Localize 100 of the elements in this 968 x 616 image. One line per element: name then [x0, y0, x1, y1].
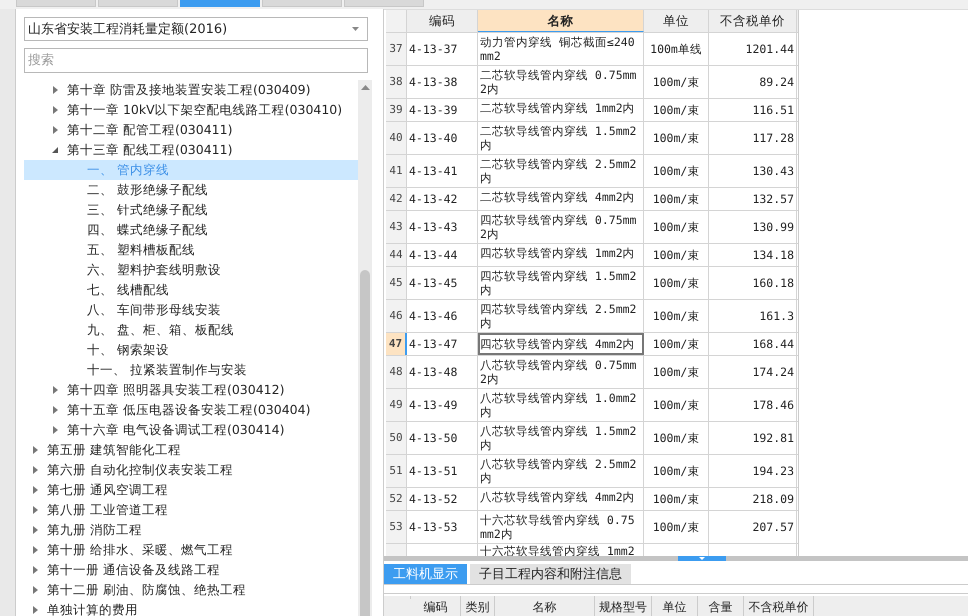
tree-item[interactable]: 第十六章 电气设备调试工程(030414)	[24, 420, 358, 440]
row-number[interactable]: 38	[386, 66, 407, 98]
row-number[interactable]: 50	[386, 422, 407, 454]
row-number[interactable]: 43	[386, 211, 407, 243]
row-number[interactable]: 46	[386, 300, 407, 332]
tree-item[interactable]: 第十二册 刷油、防腐蚀、绝热工程	[24, 580, 358, 600]
scrollbar[interactable]	[358, 80, 372, 616]
collapsed-arrow-icon[interactable]	[52, 386, 59, 394]
collapsed-arrow-icon[interactable]	[52, 86, 59, 94]
caret-icon	[352, 27, 359, 31]
tree-item[interactable]: 第十章 防雷及接地装置安装工程(030409)	[24, 80, 358, 100]
collapsed-arrow-icon[interactable]	[32, 526, 39, 534]
tree-item[interactable]: 第十二章 配管工程(030411)	[24, 120, 358, 140]
tree-item[interactable]: 第十一册 通信设备及线路工程	[24, 560, 358, 580]
column-header[interactable]: 含量	[698, 596, 744, 616]
tree-item[interactable]: 第五册 建筑智能化工程	[24, 440, 358, 460]
column-header[interactable]: 名称	[478, 10, 644, 32]
row-number[interactable]: 51	[386, 455, 407, 487]
tree-item[interactable]: 十、 钢索架设	[24, 340, 358, 360]
tab[interactable]: 子目工程内容和附注信息	[470, 564, 631, 584]
tree-item[interactable]: 四、 蝶式绝缘子配线	[24, 220, 358, 240]
table-cell: 218.09	[709, 488, 797, 510]
collapsed-arrow-icon[interactable]	[32, 466, 39, 474]
expanded-arrow-icon[interactable]	[52, 146, 59, 154]
table-cell: 四芯软导线管内穿线 4mm2内	[478, 333, 644, 355]
table-cell: 四芯软导线管内穿线 1.5mm2内	[478, 267, 644, 299]
row-number[interactable]: 45	[386, 267, 407, 299]
row-number[interactable]: 52	[386, 488, 407, 510]
collapsed-arrow-icon[interactable]	[32, 446, 39, 454]
row-number[interactable]: 44	[386, 244, 407, 266]
tree-item[interactable]: 单独计算的费用	[24, 600, 358, 616]
tree-item[interactable]: 第八册 工业管道工程	[24, 500, 358, 520]
row-number[interactable]: 48	[386, 356, 407, 388]
table-cell: 4-13-51	[407, 455, 478, 487]
collapsed-arrow-icon[interactable]	[52, 426, 59, 434]
row-number[interactable]: 49	[386, 389, 407, 421]
table-cell: 100m/束	[644, 211, 709, 243]
scrollbar-thumb[interactable]	[360, 270, 370, 616]
column-header[interactable]: 规格型号	[595, 596, 652, 616]
tree-item[interactable]: 第十册 给排水、采暖、燃气工程	[24, 540, 358, 560]
table-cell: 192.81	[709, 422, 797, 454]
splitter[interactable]	[384, 556, 968, 562]
table-cell: 100m/束	[644, 488, 709, 510]
table-cell: 132.57	[709, 188, 797, 210]
table-cell: 100m/束	[644, 122, 709, 154]
collapsed-arrow-icon[interactable]	[32, 566, 39, 574]
row-number[interactable]: 40	[386, 122, 407, 154]
tree-item[interactable]: 第十三章 配线工程(030411)	[24, 140, 358, 160]
tree-item[interactable]: 第十四章 照明器具安装工程(030412)	[24, 380, 358, 400]
table-cell: 100m/束	[644, 66, 709, 98]
table-cell: 100m/束	[644, 188, 709, 210]
table-cell: 四芯软导线管内穿线 1mm2内	[478, 244, 644, 266]
tree-item[interactable]: 第七册 通风空调工程	[24, 480, 358, 500]
column-header[interactable]: 编码	[411, 596, 461, 616]
collapsed-arrow-icon[interactable]	[52, 106, 59, 114]
tree-item[interactable]: 九、 盘、柜、箱、板配线	[24, 320, 358, 340]
table-cell: 4-13-45	[407, 267, 478, 299]
table-cell: 4-13-42	[407, 188, 478, 210]
column-header[interactable]: 单位	[652, 596, 698, 616]
tree-item[interactable]: 三、 针式绝缘子配线	[24, 200, 358, 220]
table-cell: 100m/束	[644, 244, 709, 266]
tree-item[interactable]: 二、 鼓形绝缘子配线	[24, 180, 358, 200]
collapsed-arrow-icon[interactable]	[52, 126, 59, 134]
collapsed-arrow-icon[interactable]	[32, 506, 39, 514]
column-header[interactable]: 不含税单价	[744, 596, 814, 616]
table-cell: 130.99	[709, 211, 797, 243]
search-field[interactable]: 搜索	[24, 48, 368, 73]
collapsed-arrow-icon[interactable]	[32, 586, 39, 594]
collapsed-arrow-icon[interactable]	[32, 486, 39, 494]
tree-item[interactable]: 第六册 自动化控制仪表安装工程	[24, 460, 358, 480]
tree-item[interactable]: 八、 车间带形母线安装	[24, 300, 358, 320]
splitter-handle[interactable]	[678, 556, 726, 562]
row-number[interactable]: 47	[386, 333, 407, 355]
collapsed-arrow-icon[interactable]	[52, 406, 59, 414]
column-header[interactable]: 名称	[495, 596, 595, 616]
tree-item[interactable]: 第十一章 10kV以下架空配电线路工程(030410)	[24, 100, 358, 120]
row-number[interactable]: 42	[386, 188, 407, 210]
table-cell: 八芯软导线管内穿线 4mm2内	[478, 488, 644, 510]
table-cell: 100m/束	[644, 511, 709, 543]
tree-item[interactable]: 第九册 消防工程	[24, 520, 358, 540]
row-number[interactable]: 39	[386, 99, 407, 121]
tree-item[interactable]: 十一、 拉紧装置制作与安装	[24, 360, 358, 380]
tree-item[interactable]: 六、 塑料护套线明敷设	[24, 260, 358, 280]
tree-item[interactable]: 七、 线槽配线	[24, 280, 358, 300]
table-cell: 116.51	[709, 99, 797, 121]
tree-item[interactable]: 第十五章 低压电器设备安装工程(030404)	[24, 400, 358, 420]
row-number[interactable]: 53	[386, 511, 407, 543]
scroll-up-icon[interactable]	[360, 85, 370, 90]
row-number[interactable]: 41	[386, 155, 407, 187]
collapsed-arrow-icon[interactable]	[32, 606, 39, 614]
row-number[interactable]: 37	[386, 33, 407, 65]
table-cell: 4-13-50	[407, 422, 478, 454]
table-cell: 194.23	[709, 455, 797, 487]
tree-item[interactable]: 五、 塑料槽板配线	[24, 240, 358, 260]
library-dropdown[interactable]: 山东省安装工程消耗量定额(2016)	[24, 17, 368, 41]
table-cell: 二芯软导线管内穿线 1.5mm2内	[478, 122, 644, 154]
table-cell: 十六芯软导线管内穿线 0.75mm2内	[478, 511, 644, 543]
collapsed-arrow-icon[interactable]	[32, 546, 39, 554]
column-header[interactable]: 类别	[461, 596, 495, 616]
table-cell: 4-13-41	[407, 155, 478, 187]
